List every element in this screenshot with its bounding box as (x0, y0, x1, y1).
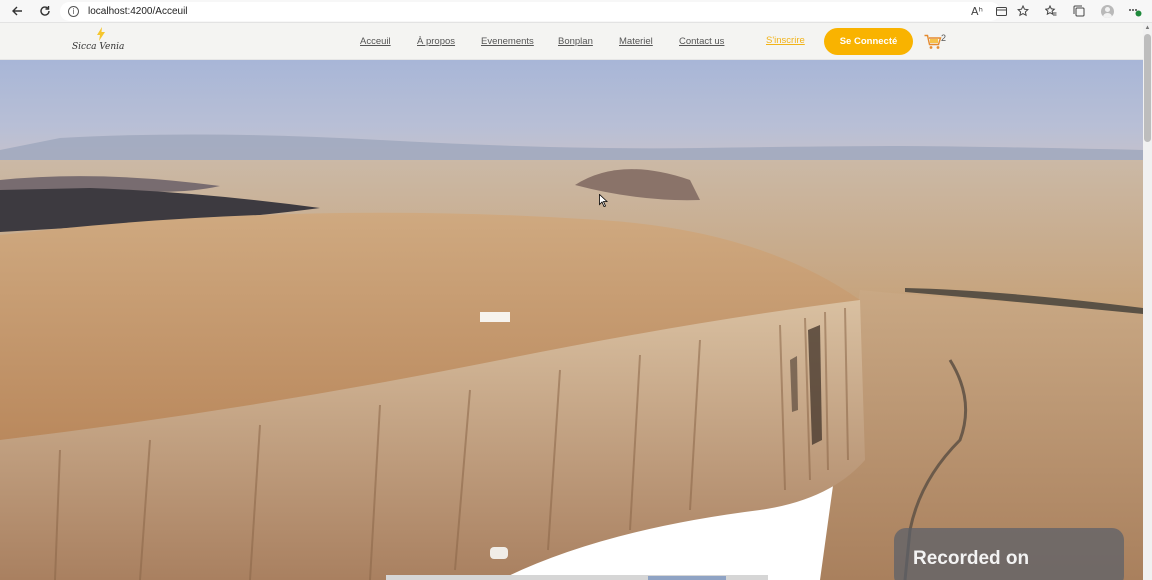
recording-text: Recorded on (913, 548, 1030, 569)
horizontal-scrollbar[interactable] (386, 575, 768, 580)
app-available-icon[interactable] (992, 2, 1010, 20)
scrollbar-thumb[interactable] (1144, 34, 1151, 142)
horizontal-scroll-thumb[interactable] (648, 576, 726, 580)
favorite-star-icon[interactable] (1014, 2, 1032, 20)
extensions-icon[interactable] (1126, 2, 1144, 20)
browser-toolbar: i localhost:4200/Acceuil Aʰ (0, 0, 1152, 23)
nav-link-a-propos[interactable]: À propos (417, 36, 455, 47)
signup-link[interactable]: S'inscrire (766, 35, 805, 46)
shopping-cart-icon[interactable] (924, 34, 942, 50)
nav-link-acceuil[interactable]: Acceuil (360, 36, 391, 47)
login-button[interactable]: Se Connecté (824, 28, 913, 55)
read-aloud-icon[interactable]: Aʰ (968, 2, 986, 20)
nav-link-evenements[interactable]: Evenements (481, 36, 534, 47)
info-icon[interactable]: i (68, 6, 79, 17)
favorites-icon[interactable] (1042, 2, 1060, 20)
logo-text: Sicca Venia (72, 42, 125, 52)
address-bar[interactable]: i localhost:4200/Acceuil (60, 2, 1000, 21)
url-text[interactable]: localhost:4200/Acceuil (88, 6, 188, 17)
reload-icon[interactable] (34, 0, 56, 22)
scroll-up-arrow-icon[interactable]: ▲ (1144, 25, 1151, 31)
site-logo[interactable]: Sicca Venia (70, 27, 124, 55)
nav-link-materiel[interactable]: Materiel (619, 36, 653, 47)
hero-banner-image (0, 60, 1143, 580)
site-navbar: Sicca Venia Acceuil À propos Evenements … (0, 23, 1143, 60)
back-arrow-icon[interactable] (6, 0, 28, 22)
nav-link-bonplan[interactable]: Bonplan (558, 36, 593, 47)
collections-icon[interactable] (1070, 2, 1088, 20)
recording-watermark: Recorded on (894, 528, 1124, 580)
profile-icon[interactable] (1098, 2, 1116, 20)
mouse-cursor-icon (599, 194, 608, 207)
cart-count-badge: 2 (941, 33, 947, 43)
nav-link-contact-us[interactable]: Contact us (679, 36, 724, 47)
lightning-icon (97, 27, 105, 41)
